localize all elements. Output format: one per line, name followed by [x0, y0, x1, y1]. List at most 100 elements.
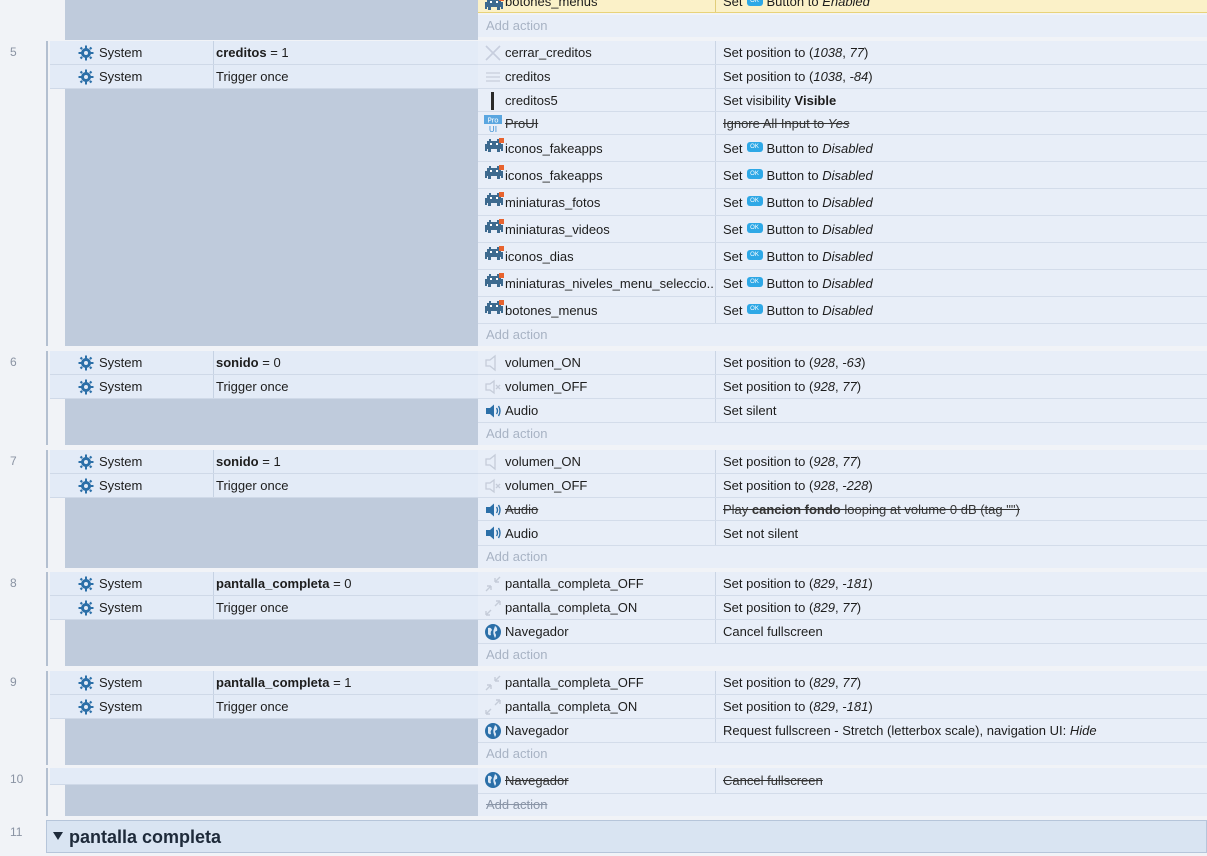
condition-object[interactable]: System: [75, 65, 214, 88]
action-row[interactable]: pantalla_completa_OFF Set position to (82…: [478, 572, 1207, 596]
action-object[interactable]: pantalla_completa_ON: [478, 695, 716, 718]
condition-object[interactable]: System: [75, 375, 214, 398]
action-row[interactable]: botones_menus Set OK Button to Disabled: [478, 297, 1207, 324]
condition-row[interactable]: System Trigger once: [50, 65, 478, 89]
condition-object-name: System: [99, 699, 143, 714]
condition-row[interactable]: System pantalla_completa = 1: [50, 671, 478, 695]
action-object[interactable]: miniaturas_niveles_menu_seleccio...: [478, 270, 716, 296]
add-action-label: Add action: [486, 647, 548, 662]
event-number: 6: [10, 355, 17, 369]
action-row[interactable]: Navegador Request fullscreen - Stretch (l…: [478, 719, 1207, 743]
action-object[interactable]: miniaturas_fotos: [478, 189, 716, 215]
action-object-name: Navegador: [505, 624, 569, 639]
condition-row[interactable]: System Trigger once: [50, 596, 478, 620]
button-icon: OK: [746, 169, 763, 180]
action-row[interactable]: volumen_OFF Set position to (928, -228): [478, 474, 1207, 498]
event-block: System sonido = 1 System Trigger once volume…: [46, 450, 1207, 568]
condition-object[interactable]: System: [75, 695, 214, 718]
action-object[interactable]: pantalla_completa_OFF: [478, 671, 716, 694]
action-row[interactable]: iconos_fakeapps Set OK Button to Disabled: [478, 162, 1207, 189]
add-action[interactable]: Add action: [478, 15, 1207, 37]
action-object[interactable]: creditos: [478, 65, 716, 88]
action-object[interactable]: pantalla_completa_OFF: [478, 572, 716, 595]
add-action[interactable]: Add action: [478, 794, 1207, 816]
action-verb: Set position to: [723, 600, 806, 615]
condition-row[interactable]: System Trigger once: [50, 474, 478, 498]
action-row[interactable]: Audio Play cancion fondo looping at volum…: [478, 498, 1207, 521]
action-object[interactable]: Navegador: [478, 620, 716, 643]
action-row[interactable]: Navegador Cancel fullscreen: [478, 768, 1207, 794]
action-verb: Set position to: [723, 454, 806, 469]
action-object[interactable]: cerrar_creditos: [478, 41, 716, 64]
condition-row[interactable]: System sonido = 0: [50, 351, 478, 375]
action-text: Set position to (928, 77): [723, 454, 862, 469]
action-row[interactable]: pantalla_completa_OFF Set position to (82…: [478, 671, 1207, 695]
condition-row[interactable]: System pantalla_completa = 0: [50, 572, 478, 596]
action-object[interactable]: volumen_ON: [478, 351, 716, 374]
condition-row[interactable]: System creditos = 1: [50, 41, 478, 65]
action-object[interactable]: Audio: [478, 399, 716, 422]
action-object[interactable]: pantalla_completa_ON: [478, 596, 716, 619]
condition-object[interactable]: System: [75, 474, 214, 497]
action-object[interactable]: Audio: [478, 498, 716, 520]
button-state: Disabled: [822, 275, 873, 291]
add-action[interactable]: Add action: [478, 743, 1207, 765]
condition-object-name: System: [99, 600, 143, 615]
action-object[interactable]: botones_menus: [478, 297, 716, 323]
condition-object[interactable]: System: [75, 596, 214, 619]
action-row[interactable]: miniaturas_videos Set OK Button to Disabled: [478, 216, 1207, 243]
action-object[interactable]: Pro UI ProUI: [478, 112, 716, 134]
add-action[interactable]: Add action: [478, 644, 1207, 666]
action-row[interactable]: volumen_OFF Set position to (928, 77): [478, 375, 1207, 399]
action-text: Set position to (928, -228): [723, 478, 873, 493]
add-action[interactable]: Add action: [478, 423, 1207, 445]
svg-text:Pro: Pro: [487, 117, 498, 125]
action-object[interactable]: miniaturas_videos: [478, 216, 716, 242]
action-object[interactable]: Navegador: [478, 719, 716, 742]
action-row[interactable]: creditos5 Set visibility Visible: [478, 89, 1207, 112]
empty-condition-row[interactable]: [50, 768, 478, 785]
condition-object[interactable]: System: [75, 351, 214, 374]
action-object[interactable]: iconos_fakeapps: [478, 162, 716, 188]
condition-row[interactable]: System Trigger once: [50, 695, 478, 719]
position-y: -63: [842, 355, 862, 370]
action-row[interactable]: Navegador Cancel fullscreen: [478, 620, 1207, 644]
action-row[interactable]: Pro UI ProUI Ignore All Input to Yes: [478, 112, 1207, 135]
event-block: Navegador Cancel fullscreen Add action: [46, 768, 1207, 816]
action-row[interactable]: cerrar_creditos Set position to (1038, 77…: [478, 41, 1207, 65]
condition-object[interactable]: System: [75, 450, 214, 473]
action-row[interactable]: volumen_ON Set position to (928, 77): [478, 450, 1207, 474]
collapse-triangle-icon[interactable]: [53, 832, 63, 840]
action-object[interactable]: Audio: [478, 521, 716, 545]
action-row[interactable]: iconos_fakeapps Set OK Button to Disabled: [478, 135, 1207, 162]
action-row[interactable]: Audio Set not silent: [478, 521, 1207, 546]
action-object[interactable]: iconos_fakeapps: [478, 135, 716, 161]
action-object[interactable]: creditos5: [478, 89, 716, 111]
group-pantalla-completa[interactable]: pantalla completa: [46, 820, 1207, 853]
add-action[interactable]: Add action: [478, 546, 1207, 568]
condition-row[interactable]: System sonido = 1: [50, 450, 478, 474]
action-row[interactable]: pantalla_completa_ON Set position to (829…: [478, 695, 1207, 719]
action-row[interactable]: volumen_ON Set position to (928, -63): [478, 351, 1207, 375]
condition-row[interactable]: System Trigger once: [50, 375, 478, 399]
add-action[interactable]: Add action: [478, 324, 1207, 346]
action-verb: Button to: [766, 194, 819, 210]
action-object[interactable]: Navegador: [478, 768, 716, 793]
condition-object[interactable]: System: [75, 572, 214, 595]
action-row[interactable]: miniaturas_fotos Set OK Button to Disabled: [478, 189, 1207, 216]
action-row[interactable]: miniaturas_niveles_menu_seleccio... Set OK…: [478, 270, 1207, 297]
action-row[interactable]: creditos Set position to (1038, -84): [478, 65, 1207, 89]
action-object[interactable]: volumen_ON: [478, 450, 716, 473]
action-object[interactable]: iconos_dias: [478, 243, 716, 269]
action-row[interactable]: iconos_dias Set OK Button to Disabled: [478, 243, 1207, 270]
action-verb: Set: [723, 140, 743, 156]
action-object[interactable]: volumen_OFF: [478, 474, 716, 497]
action-row[interactable]: pantalla_completa_ON Set position to (829…: [478, 596, 1207, 620]
action-row[interactable]: Audio Set silent: [478, 399, 1207, 423]
action-object[interactable]: volumen_OFF: [478, 375, 716, 398]
action-text: Set position to (1038, -84): [723, 69, 873, 84]
condition-object[interactable]: System: [75, 41, 214, 64]
action-phrase: Cancel fullscreen: [723, 773, 823, 788]
condition-object[interactable]: System: [75, 671, 214, 694]
condition-variable: pantalla_completa: [216, 576, 330, 591]
